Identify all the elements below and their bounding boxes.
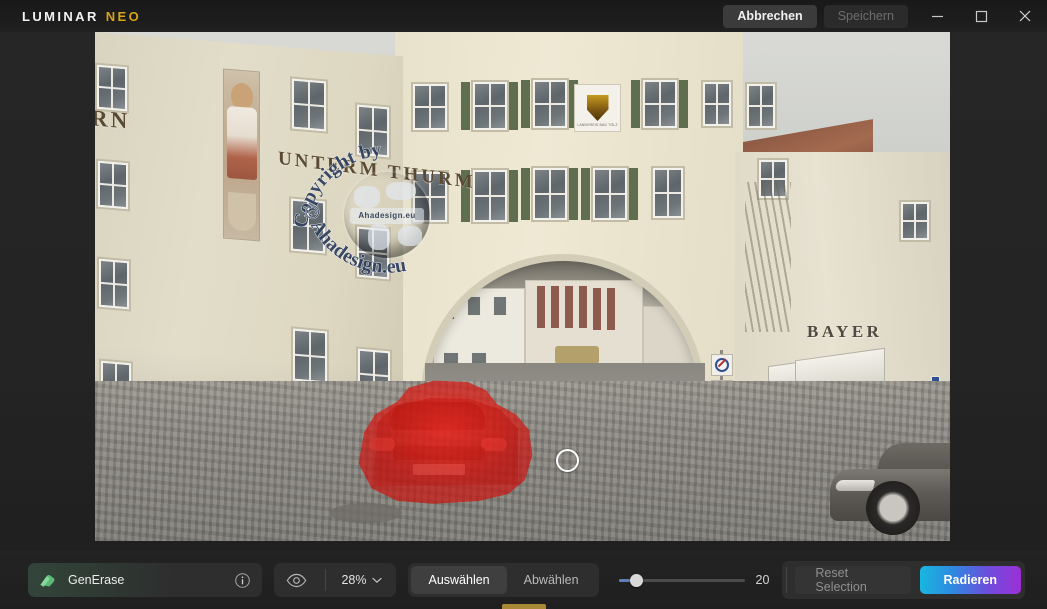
shutter [521, 80, 530, 128]
selection-mask-overlay [358, 380, 533, 504]
shop-sign-bayer: BAYER [807, 322, 883, 341]
bottom-toolbar: GenErase 28% Auswählen Abwählen 20 Reset… [0, 551, 1047, 609]
window [533, 168, 567, 220]
selection-mode-segmented-control: Auswählen Abwählen [408, 563, 599, 597]
no-parking-icon [715, 358, 729, 372]
canvas-area[interactable]: LANDKREIS BAD TÖLZ RN UNTERM THURM BAYER… [0, 32, 1047, 551]
view-panel: 28% [273, 563, 397, 597]
titlebar: LUMINAR NEO Abbrechen Speichern [0, 0, 1047, 32]
app-logo: LUMINAR NEO [22, 9, 141, 24]
maximize-button[interactable] [959, 0, 1003, 32]
erase-button[interactable]: Radieren [919, 566, 1022, 594]
eraser-icon [40, 574, 55, 587]
window [473, 82, 507, 130]
minimize-button[interactable] [915, 0, 959, 32]
window [901, 202, 929, 240]
chevron-down-icon [372, 577, 383, 583]
tool-chip-left: GenErase [38, 571, 124, 590]
window [413, 84, 447, 130]
save-button[interactable]: Speichern [823, 4, 908, 28]
coat-of-arms-plaque: LANDKREIS BAD TÖLZ [574, 84, 621, 132]
climbing-vine [745, 182, 791, 332]
shutter [631, 80, 640, 128]
crest-caption: LANDKREIS BAD TÖLZ [577, 123, 618, 127]
window [703, 82, 731, 126]
photo-canvas[interactable]: LANDKREIS BAD TÖLZ RN UNTERM THURM BAYER… [95, 32, 950, 541]
no-parking-sign [711, 354, 733, 376]
active-tool-chip[interactable]: GenErase [28, 563, 262, 597]
close-icon [1019, 10, 1031, 22]
window [357, 104, 389, 158]
window [653, 168, 683, 218]
window [747, 84, 775, 128]
window [292, 78, 326, 132]
deselect-mode-button[interactable]: Abwählen [507, 566, 596, 594]
close-button[interactable] [1003, 0, 1047, 32]
car-headlight [834, 480, 876, 491]
wall-fresco [223, 68, 260, 242]
shutter [509, 82, 518, 130]
slider-thumb[interactable] [629, 573, 643, 587]
slider-track[interactable] [618, 573, 745, 587]
fresco-robe [227, 105, 257, 181]
reset-selection-button[interactable]: Reset Selection [795, 566, 911, 594]
info-icon[interactable] [234, 572, 251, 589]
cancel-button[interactable]: Abbrechen [723, 4, 817, 28]
window [593, 168, 627, 220]
car-wheel [866, 481, 920, 535]
shutter [679, 80, 688, 128]
action-panel: Reset Selection Radieren [781, 561, 1026, 599]
brush-size-slider[interactable]: 20 [613, 563, 782, 597]
window [97, 64, 127, 112]
luminar-neo-window: LUMINAR NEO Abbrechen Speichern LANDKREI… [0, 0, 1047, 609]
zoom-level-dropdown[interactable]: 28% [335, 573, 392, 587]
divider [325, 569, 327, 591]
divider [785, 567, 787, 593]
window [293, 328, 327, 384]
tool-name: GenErase [68, 573, 125, 587]
shutter [581, 168, 590, 220]
select-mode-button[interactable]: Auswählen [411, 566, 507, 594]
shutter [629, 168, 638, 220]
minimize-icon [931, 15, 943, 17]
shutter [569, 168, 578, 220]
maximize-icon [975, 10, 987, 22]
window [643, 80, 677, 128]
heraldic-shield-icon [586, 95, 609, 121]
brush-size-value: 20 [755, 573, 770, 587]
window [357, 226, 389, 280]
window-resize-nub [501, 604, 546, 609]
titlebar-actions: Abbrechen Speichern [723, 0, 1047, 32]
slider-fill [618, 578, 631, 582]
brand-primary: LUMINAR [22, 8, 99, 24]
shutter [461, 82, 470, 130]
shutter [509, 170, 518, 222]
window [291, 198, 325, 254]
selected-car-region[interactable] [353, 368, 538, 508]
brush-cursor [556, 449, 579, 472]
window [473, 170, 507, 222]
shutter [521, 168, 530, 220]
eye-icon [286, 573, 307, 587]
toggle-preview-button[interactable] [278, 567, 316, 593]
window [533, 80, 567, 128]
window [99, 258, 129, 310]
window [98, 160, 128, 210]
grey-car [830, 443, 950, 535]
brand-secondary: NEO [105, 8, 142, 24]
zoom-level-label: 28% [341, 573, 367, 587]
fresco-base [228, 191, 256, 233]
